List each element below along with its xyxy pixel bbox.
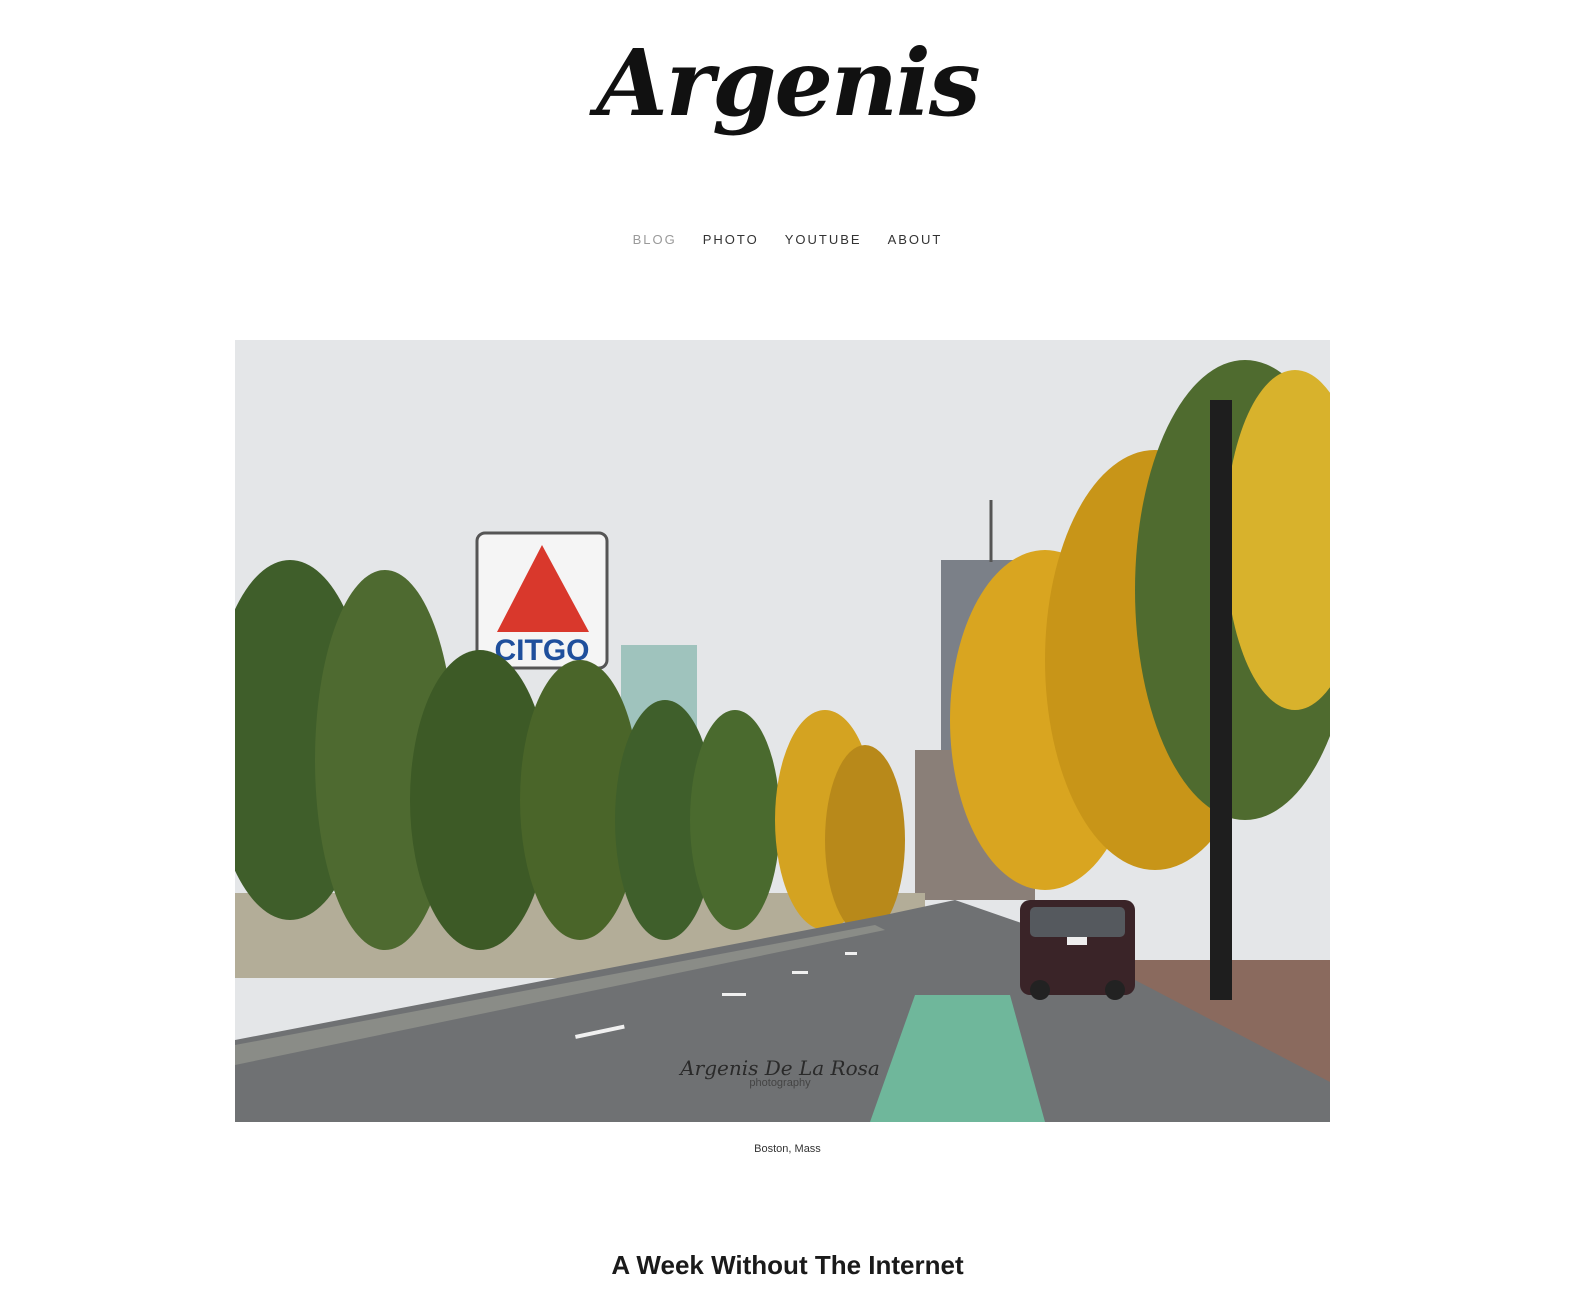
site-logo[interactable]: Argenis: [0, 18, 1575, 148]
hero-photo-illustration: CITGO Argenis De La Rosa photography: [235, 340, 1330, 1122]
main-nav: BLOG PHOTO YOUTUBE ABOUT: [0, 232, 1575, 247]
lamp-post: [1210, 400, 1232, 1000]
citgo-sign: CITGO: [475, 531, 609, 670]
hero-photo[interactable]: CITGO Argenis De La Rosa photography: [235, 340, 1330, 1122]
nav-item-blog[interactable]: BLOG: [633, 232, 677, 247]
watermark-sub: photography: [749, 1077, 811, 1089]
post-title[interactable]: A Week Without The Internet: [0, 1250, 1575, 1281]
nav-item-photo[interactable]: PHOTO: [703, 232, 759, 247]
parked-car: [1020, 900, 1135, 1000]
nav-item-youtube[interactable]: YOUTUBE: [785, 232, 862, 247]
nav-item-about[interactable]: ABOUT: [888, 232, 943, 247]
photo-caption: Boston, Mass: [754, 1143, 821, 1155]
